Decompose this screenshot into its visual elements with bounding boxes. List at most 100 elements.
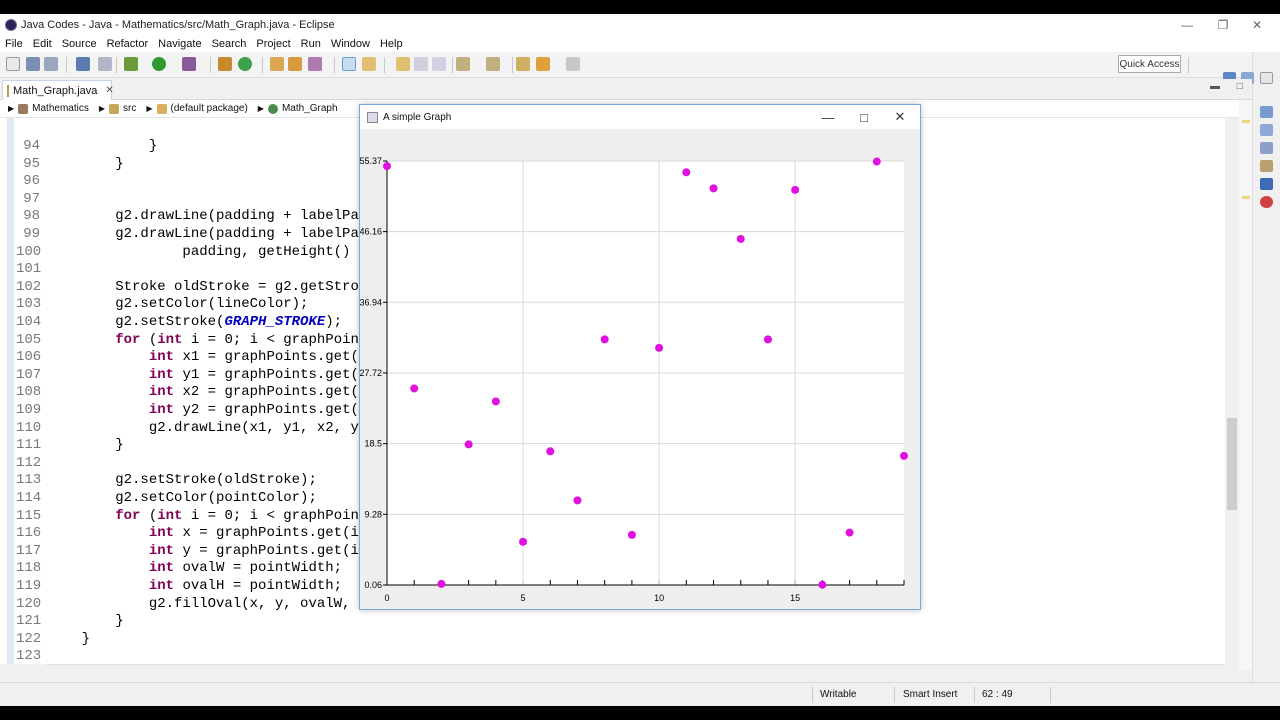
debug-icon[interactable] (124, 57, 138, 71)
close-window-button[interactable]: ✕ (1234, 14, 1280, 36)
main-toolbar: Quick Access (0, 52, 1280, 78)
menu-window[interactable]: Window (326, 38, 375, 50)
outline-view-icon[interactable] (1260, 106, 1273, 118)
data-point (736, 234, 745, 243)
editor-gutter (7, 118, 14, 664)
previous-annotation-icon[interactable] (486, 57, 500, 71)
back-icon[interactable] (536, 57, 550, 71)
data-point (791, 185, 800, 194)
code-line: 94 } (16, 138, 157, 156)
last-edit-location-icon[interactable] (516, 57, 530, 71)
line-number: 99 (23, 226, 40, 242)
menu-file[interactable]: File (0, 38, 28, 50)
menu-edit[interactable]: Edit (28, 38, 57, 50)
graph-maximize-button[interactable]: □ (846, 105, 882, 129)
menu-project[interactable]: Project (251, 38, 295, 50)
data-point (437, 579, 446, 588)
new-icon[interactable] (6, 57, 20, 71)
new-java-package-icon[interactable] (218, 57, 232, 71)
menu-help[interactable]: Help (375, 38, 408, 50)
data-point (519, 537, 528, 546)
menu-run[interactable]: Run (296, 38, 326, 50)
line-text: int x = graphPoints.get(i). (148, 525, 376, 542)
new-java-class-icon[interactable] (238, 57, 252, 71)
next-annotation-icon[interactable] (456, 57, 470, 71)
breadcrumb-package[interactable]: ▶ (default package) (146, 103, 247, 114)
scroll-thumb[interactable] (1227, 418, 1237, 510)
data-point (763, 335, 772, 344)
graph-window-title-bar[interactable]: A simple Graph — □ ✕ (360, 105, 920, 129)
terminal-icon[interactable] (76, 57, 90, 71)
code-line: 109 int y2 = graphPoints.get(i (16, 402, 376, 420)
block-selection-icon[interactable] (396, 57, 410, 71)
y-tick-label: 9.28 (364, 509, 382, 519)
line-number: 122 (16, 630, 42, 647)
graph-window[interactable]: A simple Graph — □ ✕ 0.06 9.28 18.5 27.72 36… (359, 104, 921, 610)
close-tab-icon[interactable]: ✕ (105, 85, 113, 96)
menu-search[interactable]: Search (207, 38, 252, 50)
data-point (872, 157, 881, 166)
line-text: Stroke oldStroke = g2.getStroke (48, 278, 376, 295)
problems-view-icon[interactable] (1260, 142, 1273, 154)
tab-math-graph-java[interactable]: Math_Graph.java ✕ (2, 80, 114, 100)
save-icon[interactable] (26, 57, 40, 71)
menu-source[interactable]: Source (57, 38, 102, 50)
toggle-word-wrap-icon[interactable] (362, 57, 376, 71)
line-number: 109 (16, 402, 42, 418)
x-tick-label: 5 (521, 593, 526, 603)
skip-breakpoints-icon[interactable] (98, 57, 112, 71)
search-icon[interactable] (308, 57, 322, 71)
open-type-icon[interactable] (270, 57, 284, 71)
breadcrumb-project[interactable]: ▶ Mathematics (8, 103, 89, 114)
menu-refactor[interactable]: Refactor (102, 38, 154, 50)
code-line: 108 int x2 = graphPoints.get(i (16, 384, 376, 402)
line-number: 98 (23, 208, 40, 225)
minimize-editor-icon[interactable]: ▬ (1210, 81, 1220, 92)
code-line: 97 (16, 191, 48, 209)
breadcrumb-src[interactable]: ▶ src (99, 103, 137, 114)
title-bar: Java Codes - Java - Mathematics/src/Math… (0, 14, 1280, 36)
editor-vertical-scrollbar[interactable] (1225, 118, 1239, 680)
code-line: 122 } (16, 631, 90, 649)
line-text: padding, getHeight() - (48, 243, 376, 260)
maximize-editor-icon[interactable]: □ (1237, 81, 1243, 92)
open-perspective-icon[interactable] (1260, 72, 1273, 84)
breadcrumb-class[interactable]: ▶ Math_Graph (258, 103, 338, 114)
line-number: 119 (16, 578, 42, 594)
line-text: g2.setColor(pointColor); (48, 490, 317, 506)
line-text: int x2 = graphPoints.get(i (148, 384, 376, 401)
task-list-icon[interactable] (1260, 124, 1273, 136)
line-number: 110 (16, 419, 42, 436)
error-log-icon[interactable] (1260, 196, 1273, 208)
menu-navigate[interactable]: Navigate (153, 38, 206, 50)
save-all-icon[interactable] (44, 57, 58, 71)
code-line: 114 g2.setColor(pointColor); (16, 490, 317, 508)
line-number: 107 (16, 366, 42, 383)
run-icon[interactable] (152, 57, 166, 71)
code-line: 123 (16, 648, 48, 664)
toggle-mark-occurrences-icon[interactable] (342, 57, 356, 71)
console-view-icon[interactable] (1260, 178, 1273, 190)
quick-access-input[interactable]: Quick Access (1118, 55, 1181, 73)
coverage-icon[interactable] (182, 57, 196, 71)
forward-icon[interactable] (566, 57, 580, 71)
code-line: 106 int x1 = graphPoints.get(i) (16, 349, 376, 367)
data-point (818, 580, 827, 589)
line-number: 114 (16, 490, 42, 506)
editor-horizontal-scrollbar[interactable] (46, 664, 1225, 680)
graph-window-title: A simple Graph (383, 111, 452, 123)
show-whitespace-icon[interactable] (414, 57, 428, 71)
data-point (627, 530, 636, 539)
graph-minimize-button[interactable]: — (810, 105, 846, 129)
code-line: 100 padding, getHeight() - (16, 244, 376, 262)
class-icon (267, 103, 278, 114)
line-text: for (int i = 0; i < graphPoints (115, 331, 376, 348)
graph-close-button[interactable]: ✕ (882, 105, 918, 129)
line-text: } (48, 630, 91, 647)
y-tick-label: 0.06 (364, 580, 382, 590)
line-number: 121 (16, 613, 42, 630)
open-task-icon[interactable] (288, 57, 302, 71)
pilcrow-icon[interactable] (432, 57, 446, 71)
javadoc-view-icon[interactable] (1260, 160, 1273, 172)
line-number: 117 (16, 542, 42, 559)
